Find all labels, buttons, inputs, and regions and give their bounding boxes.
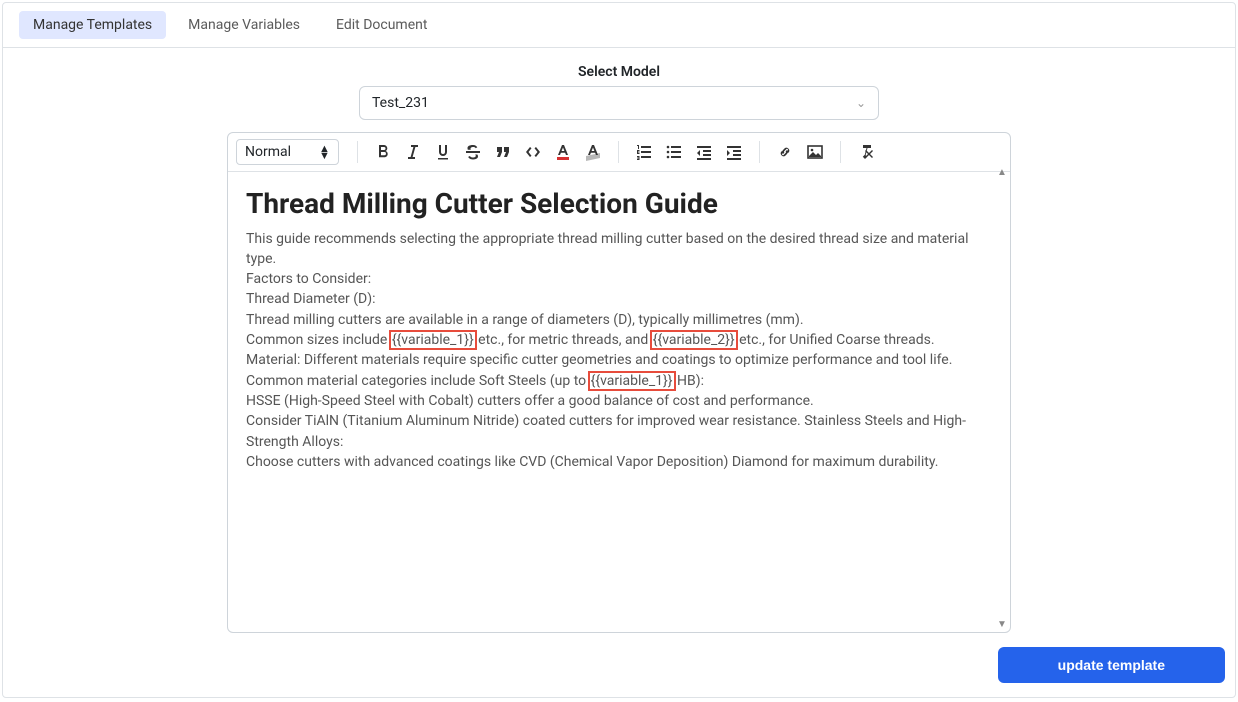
select-model-dropdown[interactable]: Test_231 ⌄ xyxy=(359,86,879,120)
tab-manage-templates[interactable]: Manage Templates xyxy=(19,11,166,39)
doc-paragraph: This guide recommends selecting the appr… xyxy=(246,229,992,270)
main-container: Manage Templates Manage Variables Edit D… xyxy=(2,2,1236,698)
tab-bar: Manage Templates Manage Variables Edit D… xyxy=(3,3,1235,48)
content-area: Select Model Test_231 ⌄ Normal ▲▼ xyxy=(3,48,1235,633)
variable-token[interactable]: {{variable_1}} xyxy=(590,373,674,389)
link-button[interactable] xyxy=(776,143,794,161)
tab-manage-variables[interactable]: Manage Variables xyxy=(174,11,314,39)
text-run: HB): xyxy=(674,373,704,389)
doc-paragraph: Material: Different materials require sp… xyxy=(246,350,992,391)
code-button[interactable] xyxy=(524,143,542,161)
scroll-down-icon[interactable]: ▼ xyxy=(997,619,1007,630)
toolbar-separator xyxy=(840,141,841,163)
clear-format-button[interactable] xyxy=(857,143,875,161)
doc-title: Thread Milling Cutter Selection Guide xyxy=(246,184,992,225)
variable-token[interactable]: {{variable_2}} xyxy=(652,332,736,348)
select-model-label: Select Model xyxy=(359,64,879,80)
ordered-list-button[interactable] xyxy=(635,143,653,161)
indent-button[interactable] xyxy=(725,143,743,161)
select-model-value: Test_231 xyxy=(372,95,429,111)
strike-button[interactable] xyxy=(464,143,482,161)
editor-panel: Normal ▲▼ xyxy=(227,132,1011,633)
editor-toolbar: Normal ▲▼ xyxy=(228,133,1010,172)
toolbar-separator xyxy=(357,141,358,163)
doc-paragraph: Thread milling cutters are available in … xyxy=(246,310,992,330)
highlight-button[interactable] xyxy=(584,143,602,161)
doc-paragraph: Common sizes include {{variable_1}} etc.… xyxy=(246,330,992,350)
select-model-block: Select Model Test_231 ⌄ xyxy=(359,64,879,120)
quote-button[interactable] xyxy=(494,143,512,161)
toolbar-separator xyxy=(759,141,760,163)
variable-token[interactable]: {{variable_1}} xyxy=(391,332,475,348)
doc-paragraph: Thread Diameter (D): xyxy=(246,289,992,309)
bold-button[interactable] xyxy=(374,143,392,161)
bullet-list-button[interactable] xyxy=(665,143,683,161)
chevron-down-icon: ⌄ xyxy=(856,96,866,110)
scrollbar[interactable]: ▲ ▼ xyxy=(996,167,1008,630)
tab-edit-document[interactable]: Edit Document xyxy=(322,11,441,39)
text-run: Common sizes include xyxy=(246,332,391,348)
editor-content[interactable]: Thread Milling Cutter Selection Guide Th… xyxy=(228,172,1010,632)
underline-button[interactable] xyxy=(434,143,452,161)
format-select-value: Normal xyxy=(245,144,291,160)
text-run: etc., for Unified Coarse threads. xyxy=(736,332,935,348)
doc-paragraph: Consider TiAlN (Titanium Aluminum Nitrid… xyxy=(246,411,992,452)
toolbar-separator xyxy=(618,141,619,163)
update-template-button[interactable]: update template xyxy=(998,647,1225,683)
scroll-up-icon[interactable]: ▲ xyxy=(997,167,1007,178)
image-button[interactable] xyxy=(806,143,824,161)
format-select[interactable]: Normal ▲▼ xyxy=(236,139,339,165)
doc-paragraph: Factors to Consider: xyxy=(246,269,992,289)
outdent-button[interactable] xyxy=(695,143,713,161)
doc-paragraph: Choose cutters with advanced coatings li… xyxy=(246,452,992,472)
updown-icon: ▲▼ xyxy=(319,145,330,159)
text-run: etc., for metric threads, and xyxy=(475,332,652,348)
text-color-button[interactable] xyxy=(554,143,572,161)
doc-paragraph: HSSE (High-Speed Steel with Cobalt) cutt… xyxy=(246,391,992,411)
italic-button[interactable] xyxy=(404,143,422,161)
